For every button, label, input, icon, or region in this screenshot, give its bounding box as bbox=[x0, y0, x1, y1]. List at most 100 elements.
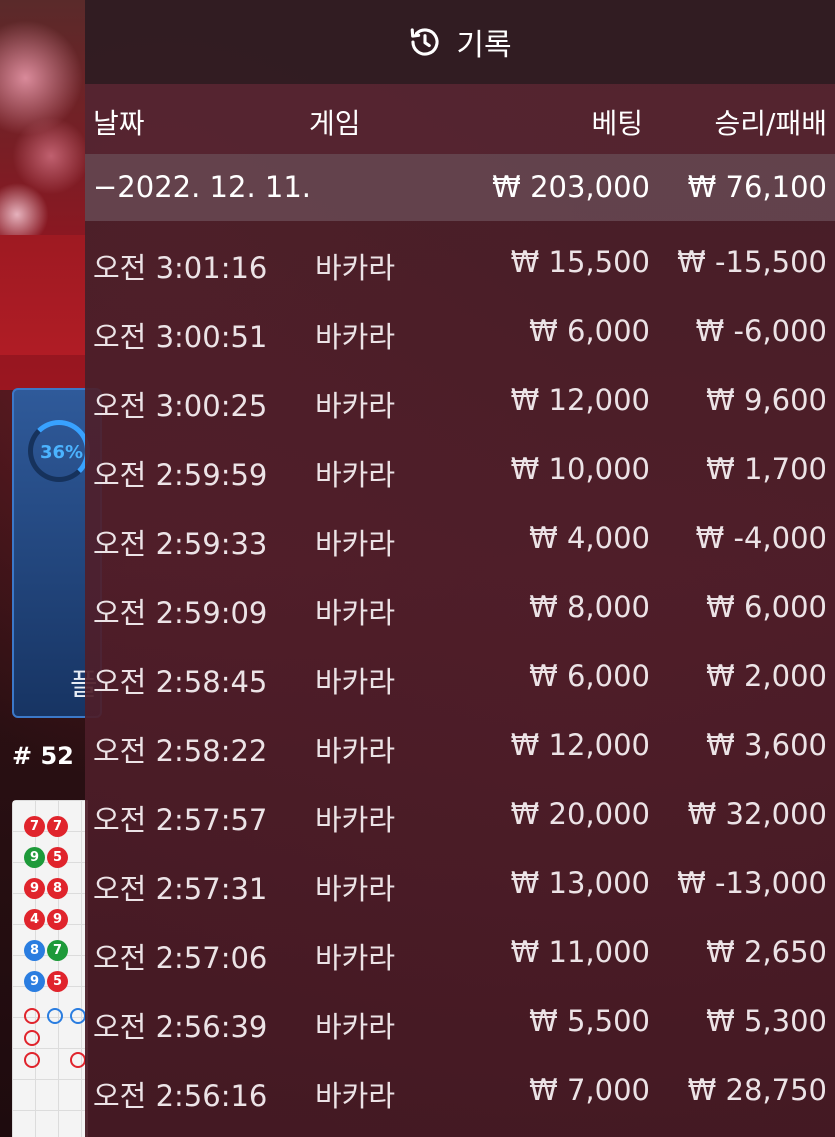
row-bet: ₩ 13,000 bbox=[510, 866, 650, 900]
column-header-date: 날짜 bbox=[93, 107, 145, 140]
history-row[interactable]: 오전 3:01:16 바카라 ₩ 15,500 ₩ -15,500 bbox=[85, 228, 835, 297]
row-game: 바카라 bbox=[315, 1079, 396, 1113]
row-result: ₩ -13,000 bbox=[677, 866, 827, 900]
row-game: 바카라 bbox=[315, 527, 396, 561]
row-game: 바카라 bbox=[315, 389, 396, 423]
roadmap-bead: 9 bbox=[47, 909, 68, 930]
roadmap-ring bbox=[70, 1052, 86, 1068]
row-time: 오전 2:56:39 bbox=[93, 1010, 268, 1044]
column-header-row: 날짜 게임 베팅 승리/패배 bbox=[85, 84, 835, 154]
row-result: ₩ 1,700 bbox=[706, 452, 827, 486]
row-game: 바카라 bbox=[315, 665, 396, 699]
date-group-date: −2022. 12. 11. bbox=[93, 170, 311, 204]
row-result: ₩ 9,600 bbox=[706, 383, 827, 417]
row-time: 오전 2:56:16 bbox=[93, 1079, 268, 1113]
column-header-bet: 베팅 bbox=[591, 107, 643, 140]
row-bet: ₩ 12,000 bbox=[510, 728, 650, 762]
roadmap-ring bbox=[24, 1008, 40, 1024]
history-list: 오전 3:01:16 바카라 ₩ 15,500 ₩ -15,500 오전 3:0… bbox=[85, 228, 835, 1125]
roadmap-bead: 7 bbox=[47, 940, 68, 961]
row-game: 바카라 bbox=[315, 941, 396, 975]
row-result: ₩ 28,750 bbox=[687, 1073, 827, 1107]
roadmap-ring bbox=[70, 1008, 86, 1024]
row-bet: ₩ 20,000 bbox=[510, 797, 650, 831]
row-bet: ₩ 12,000 bbox=[510, 383, 650, 417]
history-row[interactable]: 오전 2:57:31 바카라 ₩ 13,000 ₩ -13,000 bbox=[85, 849, 835, 918]
row-time: 오전 3:00:51 bbox=[93, 320, 268, 354]
history-row[interactable]: 오전 3:00:25 바카라 ₩ 12,000 ₩ 9,600 bbox=[85, 366, 835, 435]
roadmap-bead: 7 bbox=[24, 816, 45, 837]
row-result: ₩ 5,300 bbox=[706, 1004, 827, 1038]
history-row[interactable]: 오전 2:59:33 바카라 ₩ 4,000 ₩ -4,000 bbox=[85, 504, 835, 573]
row-result: ₩ 32,000 bbox=[687, 797, 827, 831]
history-row[interactable]: 오전 2:59:59 바카라 ₩ 10,000 ₩ 1,700 bbox=[85, 435, 835, 504]
row-bet: ₩ 11,000 bbox=[510, 935, 650, 969]
row-bet: ₩ 6,000 bbox=[529, 659, 650, 693]
row-game: 바카라 bbox=[315, 251, 396, 285]
row-result: ₩ 2,650 bbox=[706, 935, 827, 969]
date-group-total-result: ₩ 76,100 bbox=[687, 170, 827, 204]
row-result: ₩ 2,000 bbox=[706, 659, 827, 693]
row-time: 오전 2:57:06 bbox=[93, 941, 268, 975]
roadmap-bead: 7 bbox=[47, 816, 68, 837]
roadmap-bead: 9 bbox=[24, 878, 45, 899]
row-time: 오전 2:57:31 bbox=[93, 872, 268, 906]
roadmap-ring bbox=[47, 1008, 63, 1024]
history-panel: 기록 날짜 게임 베팅 승리/패배 −2022. 12. 11. ₩ 203,0… bbox=[85, 0, 835, 1137]
column-header-game: 게임 bbox=[309, 107, 361, 140]
row-result: ₩ -4,000 bbox=[695, 521, 827, 555]
history-icon bbox=[411, 28, 439, 56]
round-number: # 52 bbox=[12, 742, 74, 770]
row-result: ₩ -15,500 bbox=[677, 245, 827, 279]
date-group-row[interactable]: −2022. 12. 11. ₩ 203,000 ₩ 76,100 bbox=[85, 154, 835, 221]
row-bet: ₩ 10,000 bbox=[510, 452, 650, 486]
row-time: 오전 3:01:16 bbox=[93, 251, 268, 285]
row-game: 바카라 bbox=[315, 734, 396, 768]
row-game: 바카라 bbox=[315, 458, 396, 492]
row-bet: ₩ 8,000 bbox=[529, 590, 650, 624]
history-row[interactable]: 오전 2:57:57 바카라 ₩ 20,000 ₩ 32,000 bbox=[85, 780, 835, 849]
roadmap-bead: 8 bbox=[24, 940, 45, 961]
background-table bbox=[0, 235, 85, 355]
row-result: ₩ -6,000 bbox=[695, 314, 827, 348]
history-row[interactable]: 오전 2:59:09 바카라 ₩ 8,000 ₩ 6,000 bbox=[85, 573, 835, 642]
row-bet: ₩ 6,000 bbox=[529, 314, 650, 348]
row-time: 오전 2:58:22 bbox=[93, 734, 268, 768]
history-row[interactable]: 오전 3:00:51 바카라 ₩ 6,000 ₩ -6,000 bbox=[85, 297, 835, 366]
history-row[interactable]: 오전 2:57:06 바카라 ₩ 11,000 ₩ 2,650 bbox=[85, 918, 835, 987]
row-bet: ₩ 7,000 bbox=[529, 1073, 650, 1107]
progress-percent: 36% bbox=[40, 442, 84, 463]
row-result: ₩ 6,000 bbox=[706, 590, 827, 624]
bead-roadmap: 779598498795 bbox=[12, 800, 88, 1137]
history-row[interactable]: 오전 2:56:16 바카라 ₩ 7,000 ₩ 28,750 bbox=[85, 1056, 835, 1125]
panel-header: 기록 bbox=[85, 0, 835, 84]
row-time: 오전 3:00:25 bbox=[93, 389, 268, 423]
history-row[interactable]: 오전 2:58:45 바카라 ₩ 6,000 ₩ 2,000 bbox=[85, 642, 835, 711]
roadmap-bead: 8 bbox=[47, 878, 68, 899]
date-group-total-bet: ₩ 203,000 bbox=[492, 170, 650, 204]
roadmap-ring bbox=[24, 1052, 40, 1068]
roadmap-ring bbox=[24, 1030, 40, 1046]
row-bet: ₩ 15,500 bbox=[510, 245, 650, 279]
row-time: 오전 2:57:57 bbox=[93, 803, 268, 837]
row-game: 바카라 bbox=[315, 872, 396, 906]
row-time: 오전 2:59:59 bbox=[93, 458, 268, 492]
roadmap-bead: 9 bbox=[24, 847, 45, 868]
row-game: 바카라 bbox=[315, 803, 396, 837]
row-game: 바카라 bbox=[315, 320, 396, 354]
row-game: 바카라 bbox=[315, 596, 396, 630]
column-header-result: 승리/패배 bbox=[714, 107, 827, 140]
roadmap-bead: 9 bbox=[24, 971, 45, 992]
roadmap-bead: 5 bbox=[47, 847, 68, 868]
history-row[interactable]: 오전 2:56:39 바카라 ₩ 5,500 ₩ 5,300 bbox=[85, 987, 835, 1056]
roadmap-bead: 5 bbox=[47, 971, 68, 992]
row-bet: ₩ 5,500 bbox=[529, 1004, 650, 1038]
panel-title: 기록 bbox=[456, 28, 512, 63]
row-time: 오전 2:59:33 bbox=[93, 527, 268, 561]
row-time: 오전 2:58:45 bbox=[93, 665, 268, 699]
row-result: ₩ 3,600 bbox=[706, 728, 827, 762]
row-game: 바카라 bbox=[315, 1010, 396, 1044]
history-row[interactable]: 오전 2:58:22 바카라 ₩ 12,000 ₩ 3,600 bbox=[85, 711, 835, 780]
row-bet: ₩ 4,000 bbox=[529, 521, 650, 555]
roadmap-bead: 4 bbox=[24, 909, 45, 930]
